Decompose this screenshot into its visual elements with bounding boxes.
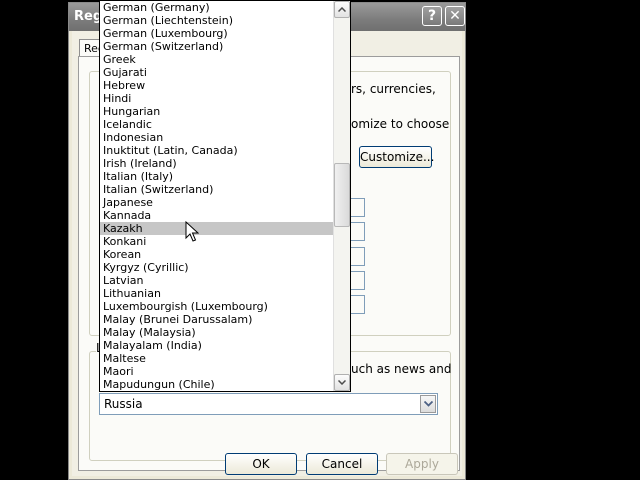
- list-item[interactable]: Kyrgyz (Cyrillic): [100, 261, 333, 274]
- dropdown-scrollbar[interactable]: [333, 1, 350, 391]
- list-item[interactable]: Mapudungun (Chile): [100, 378, 333, 391]
- ok-button[interactable]: OK: [225, 453, 297, 475]
- list-item[interactable]: Italian (Switzerland): [100, 183, 333, 196]
- list-item[interactable]: Latvian: [100, 274, 333, 287]
- list-item[interactable]: Maltese: [100, 352, 333, 365]
- window-title: Regi: [74, 9, 102, 24]
- list-item[interactable]: Luxembourgish (Luxembourg): [100, 300, 333, 313]
- cancel-button[interactable]: Cancel: [306, 453, 378, 475]
- list-item[interactable]: German (Luxembourg): [100, 27, 333, 40]
- chevron-down-icon: [338, 380, 346, 385]
- location-select-value: Russia: [104, 397, 143, 411]
- language-list: German (Germany) German (Liechtenstein) Ge…: [100, 1, 333, 391]
- list-item[interactable]: Greek: [100, 53, 333, 66]
- list-item[interactable]: German (Switzerland): [100, 40, 333, 53]
- list-item[interactable]: Korean: [100, 248, 333, 261]
- list-item[interactable]: Kannada: [100, 209, 333, 222]
- location-select[interactable]: Russia: [99, 393, 438, 415]
- list-item[interactable]: Italian (Italy): [100, 170, 333, 183]
- list-item[interactable]: Malay (Malaysia): [100, 326, 333, 339]
- list-item[interactable]: Malay (Brunei Darussalam): [100, 313, 333, 326]
- help-button[interactable]: ?: [422, 6, 442, 26]
- chevron-down-icon[interactable]: [420, 395, 436, 413]
- close-button[interactable]: ✕: [445, 6, 465, 26]
- customize-button[interactable]: Customize...: [359, 146, 434, 168]
- list-item[interactable]: Hindi: [100, 92, 333, 105]
- list-item[interactable]: Hungarian: [100, 105, 333, 118]
- list-item[interactable]: Kazakh: [100, 222, 333, 235]
- list-item[interactable]: Hebrew: [100, 79, 333, 92]
- list-item[interactable]: Malayalam (India): [100, 339, 333, 352]
- list-item[interactable]: Gujarati: [100, 66, 333, 79]
- list-item[interactable]: German (Liechtenstein): [100, 14, 333, 27]
- scroll-up-button[interactable]: [334, 1, 350, 18]
- list-item[interactable]: Indonesian: [100, 131, 333, 144]
- location-description-text: uch as news and: [351, 362, 452, 376]
- list-item[interactable]: Inuktitut (Latin, Canada): [100, 144, 333, 157]
- scrollbar-thumb[interactable]: [334, 163, 350, 227]
- list-item[interactable]: Lithuanian: [100, 287, 333, 300]
- list-item[interactable]: Irish (Ireland): [100, 157, 333, 170]
- description-text-customize: omize to choose: [351, 117, 450, 131]
- apply-button[interactable]: Apply: [386, 453, 458, 475]
- list-item[interactable]: German (Germany): [100, 1, 333, 14]
- language-dropdown-list[interactable]: German (Germany) German (Liechtenstein) Ge…: [99, 0, 351, 392]
- scroll-down-button[interactable]: [334, 374, 350, 391]
- list-item[interactable]: Maori: [100, 365, 333, 378]
- list-item[interactable]: Konkani: [100, 235, 333, 248]
- mouse-cursor-icon: [185, 221, 199, 242]
- description-text-currencies: rs, currencies,: [351, 82, 436, 96]
- chevron-up-icon: [338, 7, 346, 12]
- list-item[interactable]: Japanese: [100, 196, 333, 209]
- list-item[interactable]: Icelandic: [100, 118, 333, 131]
